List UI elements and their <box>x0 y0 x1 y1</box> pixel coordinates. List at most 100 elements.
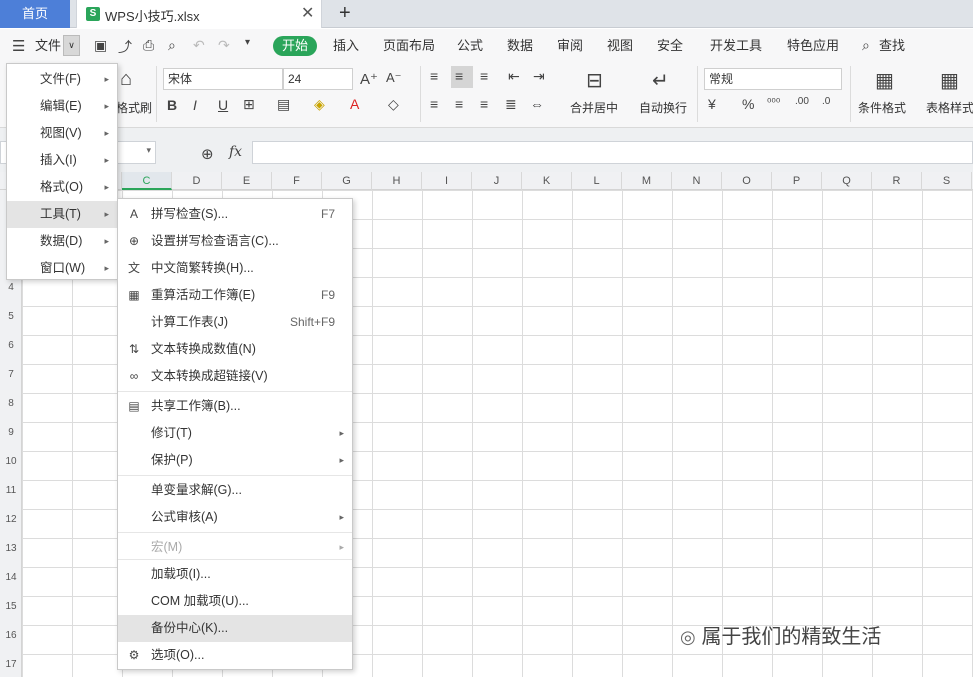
row-header-14[interactable]: 14 <box>0 572 22 583</box>
column-header-E[interactable]: E <box>222 172 272 190</box>
wrap-text-icon[interactable]: ↵ <box>652 68 669 93</box>
main-menu-item[interactable]: 视图(V) ▸ <box>7 120 117 147</box>
tab-document[interactable]: S WPS小技巧.xlsx ✕ <box>76 0 322 28</box>
row-header-9[interactable]: 9 <box>0 427 22 438</box>
tab-security[interactable]: 安全 <box>657 29 683 62</box>
underline-icon[interactable]: U <box>218 97 228 113</box>
tools-menu-item[interactable]: 计算工作表(J) Shift+F9 <box>118 309 352 336</box>
distribute-icon[interactable]: ⇔ <box>530 96 544 112</box>
tools-menu-item[interactable]: 保护(P) ▸ <box>118 447 352 474</box>
row-header-13[interactable]: 13 <box>0 543 22 554</box>
percent-icon[interactable]: % <box>742 96 754 112</box>
tools-menu-item[interactable]: 文中文简繁转换(H)... <box>118 255 352 282</box>
main-menu-item[interactable]: 窗口(W) ▸ <box>7 255 117 282</box>
fill-color-icon[interactable]: ◈ <box>314 96 325 113</box>
chevron-down-icon[interactable]: ∨ <box>63 35 80 56</box>
tools-menu-item[interactable]: 修订(T) ▸ <box>118 420 352 447</box>
merge-cells-icon[interactable]: ⊟ <box>586 68 603 93</box>
font-grow-icon[interactable]: A⁺ <box>360 70 378 88</box>
table-style-icon[interactable]: ▦ <box>940 68 959 93</box>
zoom-formula-icon[interactable]: ⊕ <box>201 145 214 163</box>
justify-icon[interactable]: ≣ <box>505 96 517 113</box>
search-icon[interactable]: ⌕ <box>862 37 870 54</box>
tab-data[interactable]: 数据 <box>507 29 533 62</box>
search-label[interactable]: 查找 <box>879 29 905 62</box>
export-icon[interactable]: ⤴ <box>118 37 132 57</box>
main-menu-item[interactable]: 数据(D) ▸ <box>7 228 117 255</box>
format-painter-button[interactable]: 格式刷 <box>116 99 152 116</box>
column-header-O[interactable]: O <box>722 172 772 190</box>
align-center-icon[interactable]: ≡ <box>455 96 463 112</box>
column-header-L[interactable]: L <box>572 172 622 190</box>
row-header-17[interactable]: 17 <box>0 659 22 670</box>
undo-icon[interactable]: ↶ <box>193 37 205 54</box>
print-icon[interactable]: ⎙ <box>143 37 154 54</box>
column-header-F[interactable]: F <box>272 172 322 190</box>
tools-menu-item[interactable]: 公式审核(A) ▸ <box>118 504 352 531</box>
font-size-select[interactable]: 24 <box>283 68 353 90</box>
tab-start[interactable]: 开始 <box>273 36 317 56</box>
formula-input[interactable] <box>252 141 973 164</box>
column-header-C[interactable]: C <box>122 172 172 190</box>
tools-menu-item[interactable]: 单变量求解(G)... <box>118 477 352 504</box>
row-header-7[interactable]: 7 <box>0 369 22 380</box>
align-middle-icon[interactable]: ≡ <box>455 68 463 84</box>
column-header-D[interactable]: D <box>172 172 222 190</box>
tab-view[interactable]: 视图 <box>607 29 633 62</box>
tools-menu-item[interactable]: ⊕ 设置拼写检查语言(C)... <box>118 228 352 255</box>
tab-page-layout[interactable]: 页面布局 <box>383 29 435 62</box>
redo-icon[interactable]: ↷ <box>218 37 230 54</box>
main-menu-item[interactable]: 插入(I) ▸ <box>7 147 117 174</box>
file-menu-button[interactable]: 文件 <box>35 29 61 62</box>
main-menu-item[interactable]: 工具(T) ▸ <box>7 201 117 228</box>
tab-formula[interactable]: 公式 <box>457 29 483 62</box>
save-icon[interactable]: ▣ <box>94 37 107 54</box>
column-header-R[interactable]: R <box>872 172 922 190</box>
row-header-11[interactable]: 11 <box>0 485 22 496</box>
main-menu-item[interactable]: 编辑(E) ▸ <box>7 93 117 120</box>
print-preview-icon[interactable]: ⌕ <box>168 37 176 54</box>
decrease-decimal-icon[interactable]: .0 <box>822 96 830 107</box>
indent-increase-icon[interactable]: ⇥ <box>533 68 545 85</box>
tools-menu-item[interactable]: ⇅ 文本转换成数值(N) <box>118 336 352 363</box>
paint-brush-icon[interactable]: ⌂ <box>120 68 132 91</box>
align-top-icon[interactable]: ≡ <box>430 68 438 84</box>
eraser-icon[interactable]: ◇ <box>388 96 399 113</box>
font-shrink-icon[interactable]: A⁻ <box>386 70 402 86</box>
tab-developer[interactable]: 开发工具 <box>710 29 762 62</box>
fill-pattern-icon[interactable]: ▤ <box>277 96 290 113</box>
tools-menu-item[interactable]: 加载项(I)... <box>118 561 352 588</box>
wrap-text-button[interactable]: 自动换行 <box>639 99 687 116</box>
column-header-N[interactable]: N <box>672 172 722 190</box>
indent-decrease-icon[interactable]: ⇤ <box>508 68 520 85</box>
column-header-P[interactable]: P <box>772 172 822 190</box>
thousands-icon[interactable]: ⁰⁰⁰ <box>767 96 780 109</box>
row-header-4[interactable]: 4 <box>0 282 22 293</box>
row-header-5[interactable]: 5 <box>0 311 22 322</box>
chevron-down-icon[interactable]: ▾ <box>146 145 151 156</box>
column-header-M[interactable]: M <box>622 172 672 190</box>
merge-center-button[interactable]: 合并居中 <box>570 99 618 116</box>
row-header-10[interactable]: 10 <box>0 456 22 467</box>
tab-home[interactable]: 首页 <box>0 0 70 28</box>
column-header-G[interactable]: G <box>322 172 372 190</box>
italic-icon[interactable]: I <box>193 97 197 113</box>
row-header-16[interactable]: 16 <box>0 630 22 641</box>
column-header-K[interactable]: K <box>522 172 572 190</box>
align-bottom-icon[interactable]: ≡ <box>480 68 488 84</box>
row-header-15[interactable]: 15 <box>0 601 22 612</box>
font-color-icon[interactable]: A <box>350 96 359 112</box>
tab-review[interactable]: 审阅 <box>557 29 583 62</box>
tools-menu-item[interactable]: ▦ 重算活动工作簿(E) F9 <box>118 282 352 309</box>
tools-menu-item[interactable]: 备份中心(K)... <box>118 615 352 642</box>
increase-decimal-icon[interactable]: .00 <box>795 96 809 107</box>
conditional-format-button[interactable]: 条件格式 <box>858 99 906 116</box>
tools-menu-item[interactable]: ∞ 文本转换成超链接(V) <box>118 363 352 390</box>
row-header-8[interactable]: 8 <box>0 398 22 409</box>
main-menu-item[interactable]: 格式(O) ▸ <box>7 174 117 201</box>
column-header-J[interactable]: J <box>472 172 522 190</box>
table-style-button[interactable]: 表格样式 <box>926 99 973 116</box>
bold-icon[interactable]: B <box>167 97 177 113</box>
currency-icon[interactable]: ¥ <box>708 96 716 112</box>
customize-icon[interactable]: ▾ <box>245 37 250 48</box>
